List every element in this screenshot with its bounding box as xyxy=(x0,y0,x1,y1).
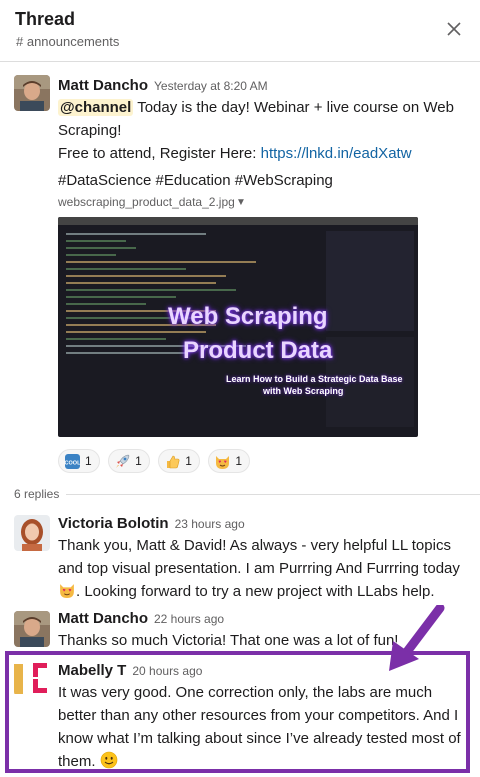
chevron-down-icon[interactable]: ▼ xyxy=(236,197,246,208)
heart-eyes-cat-icon xyxy=(216,455,230,469)
text-line: Thank you, Matt & David! As always - ver… xyxy=(58,537,451,554)
image-subtitle-line1: Learn How to Build a Strategic Data Base xyxy=(226,374,403,384)
avatar[interactable] xyxy=(14,75,50,111)
reaction-count: 1 xyxy=(185,454,192,468)
text-line: . Looking forward to try a new project w… xyxy=(76,583,435,600)
replies-divider: 6 replies xyxy=(0,485,480,503)
divider-line xyxy=(66,494,480,495)
rocket-icon xyxy=(116,454,130,468)
text-line: Scraping! xyxy=(58,122,122,139)
author-name[interactable]: Matt Dancho xyxy=(58,610,148,627)
registration-link[interactable]: https://lnkd.in/eadXatw xyxy=(261,145,412,162)
thread-title: Thread xyxy=(15,9,76,29)
thumbsup-icon xyxy=(167,455,180,468)
channel-mention[interactable]: @channel xyxy=(58,99,134,116)
reaction-rocket[interactable]: 1 xyxy=(108,449,150,473)
reaction-count: 1 xyxy=(85,454,92,468)
avatar[interactable] xyxy=(14,515,50,551)
svg-text:COOL: COOL xyxy=(65,460,81,466)
message-text: @channel Today is the day! Webinar + liv… xyxy=(58,96,468,165)
text-line: Free to attend, Register Here: xyxy=(58,145,261,162)
thread-header: Thread # announcements xyxy=(0,0,480,62)
message-author[interactable]: Victoria Bolotin 23 hours ago xyxy=(58,515,245,532)
message-timestamp[interactable]: 22 hours ago xyxy=(154,612,224,626)
avatar[interactable] xyxy=(14,611,50,647)
message-timestamp[interactable]: Yesterday at 8:20 AM xyxy=(154,79,268,93)
reaction-heart-eyes-cat[interactable]: 1 xyxy=(208,449,251,473)
hashtags: #DataScience #Education #WebScraping xyxy=(58,172,333,189)
author-name[interactable]: Victoria Bolotin xyxy=(58,515,169,532)
author-name[interactable]: Matt Dancho xyxy=(58,77,148,94)
close-icon[interactable] xyxy=(443,18,465,40)
reply-message: Victoria Bolotin 23 hours ago Thank you, … xyxy=(0,510,480,605)
message-text: Thank you, Matt & David! As always - ver… xyxy=(58,534,468,603)
image-env-pane xyxy=(326,231,414,331)
text-line: and top visual presentation. I am Purrri… xyxy=(58,560,460,577)
reaction-cool[interactable]: COOL 1 xyxy=(58,449,100,473)
text-line: Today is the day! Webinar + live course … xyxy=(133,99,454,116)
message-author[interactable]: Matt Dancho Yesterday at 8:20 AM xyxy=(58,77,268,94)
reaction-count: 1 xyxy=(135,454,142,468)
attached-image[interactable]: Web Scraping Product Data Learn How to B… xyxy=(58,217,418,437)
message-author[interactable]: Matt Dancho 22 hours ago xyxy=(58,610,224,627)
image-subtitle-line2: with Web Scraping xyxy=(263,386,344,396)
heart-eyes-cat-icon xyxy=(60,584,74,598)
reaction-thumbsup[interactable]: 1 xyxy=(158,449,200,473)
file-name[interactable]: webscraping_product_data_2.jpg xyxy=(58,195,235,209)
image-title-line2: Product Data xyxy=(183,337,333,364)
image-title-line1: Web Scraping xyxy=(168,303,328,330)
replies-count: 6 replies xyxy=(14,487,66,501)
reaction-count: 1 xyxy=(235,454,243,468)
cool-icon: COOL xyxy=(65,453,81,469)
image-titlebar xyxy=(58,217,418,225)
arrow-annotation xyxy=(389,605,445,671)
reactions-bar: COOL 1 1 1 1 xyxy=(58,449,254,475)
channel-name[interactable]: # announcements xyxy=(16,34,119,49)
message-timestamp[interactable]: 23 hours ago xyxy=(175,517,245,531)
